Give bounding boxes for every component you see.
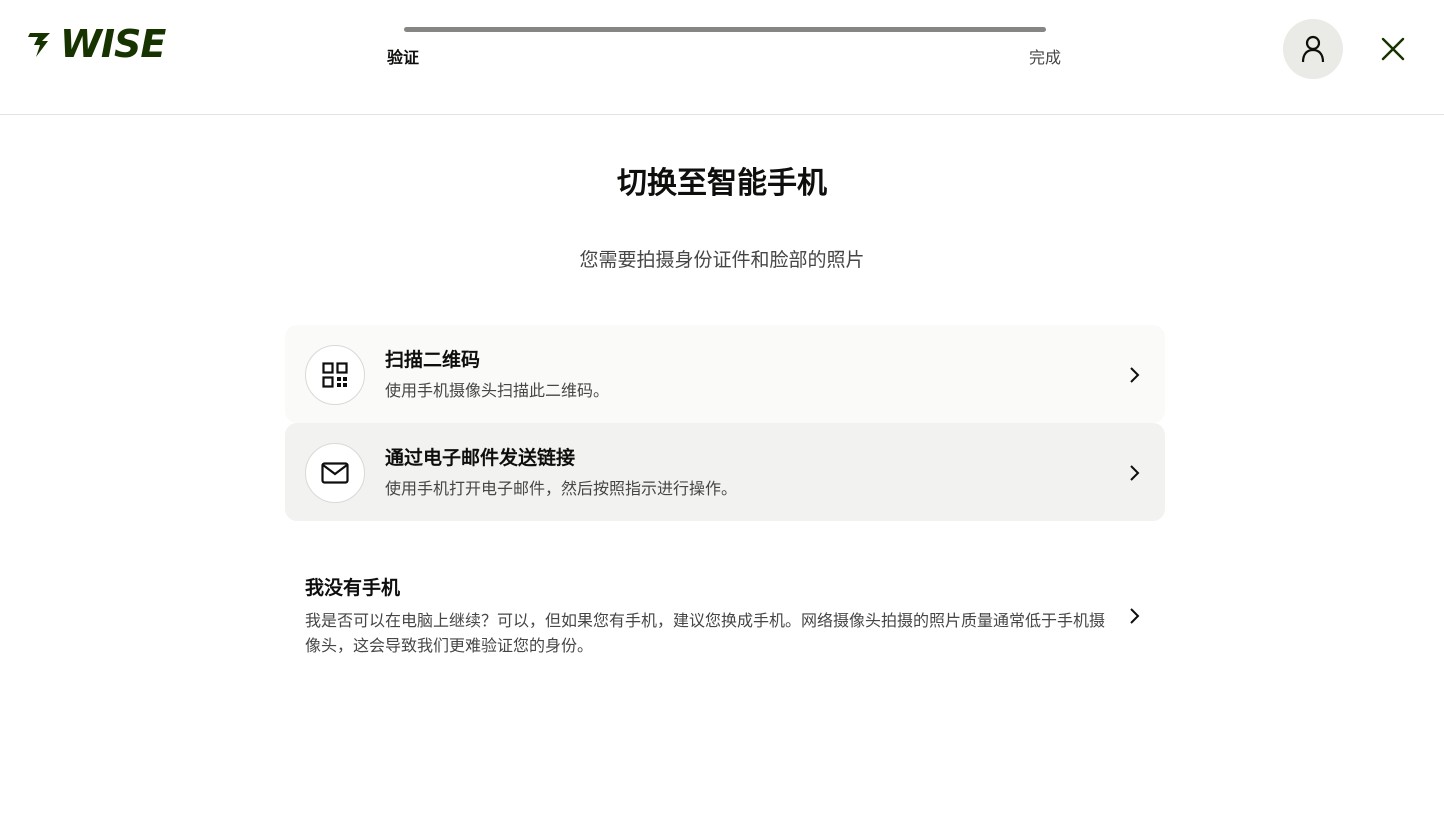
person-icon — [1301, 35, 1325, 63]
wise-flag-icon — [28, 33, 50, 57]
no-phone-option[interactable]: 我没有手机 我是否可以在电脑上继续？可以，但如果您有手机，建议您换成手机。网络摄… — [285, 565, 1165, 665]
no-phone-description: 我是否可以在电脑上继续？可以，但如果您有手机，建议您换成手机。网络摄像头拍摄的照… — [305, 611, 1106, 655]
logo-wordmark: WISE — [60, 22, 166, 66]
page-title: 切换至智能手机 — [617, 166, 827, 201]
email-icon-circle — [305, 443, 365, 503]
close-button[interactable] — [1373, 29, 1413, 69]
step-done-label: 完成 — [1029, 48, 1062, 67]
account-button[interactable] — [1283, 19, 1343, 79]
scan-qr-option[interactable]: 扫描二维码 使用手机摄像头扫描此二维码。 — [285, 325, 1165, 423]
scan-qr-description: 使用手机摄像头扫描此二维码。 — [385, 381, 610, 400]
step-verify-label: 验证 — [387, 48, 420, 67]
email-link-title: 通过电子邮件发送链接 — [385, 447, 576, 469]
chevron-right-icon — [1125, 463, 1145, 483]
chevron-right-icon — [1125, 365, 1145, 385]
qr-icon-circle — [305, 345, 365, 405]
progress-bar — [404, 27, 1046, 32]
email-link-option[interactable]: 通过电子邮件发送链接 使用手机打开电子邮件，然后按照指示进行操作。 — [285, 423, 1165, 521]
wise-logo[interactable]: WISE — [28, 22, 166, 66]
qr-code-icon — [322, 362, 348, 388]
no-phone-title: 我没有手机 — [305, 577, 401, 599]
page-subtitle: 您需要拍摄身份证件和脸部的照片 — [579, 249, 865, 271]
top-bar: WISE 验证 完成 — [0, 0, 1444, 115]
chevron-right-icon — [1125, 606, 1145, 626]
close-icon — [1381, 37, 1405, 61]
envelope-icon — [321, 462, 349, 484]
scan-qr-title: 扫描二维码 — [385, 349, 481, 371]
email-link-description: 使用手机打开电子邮件，然后按照指示进行操作。 — [385, 479, 738, 498]
